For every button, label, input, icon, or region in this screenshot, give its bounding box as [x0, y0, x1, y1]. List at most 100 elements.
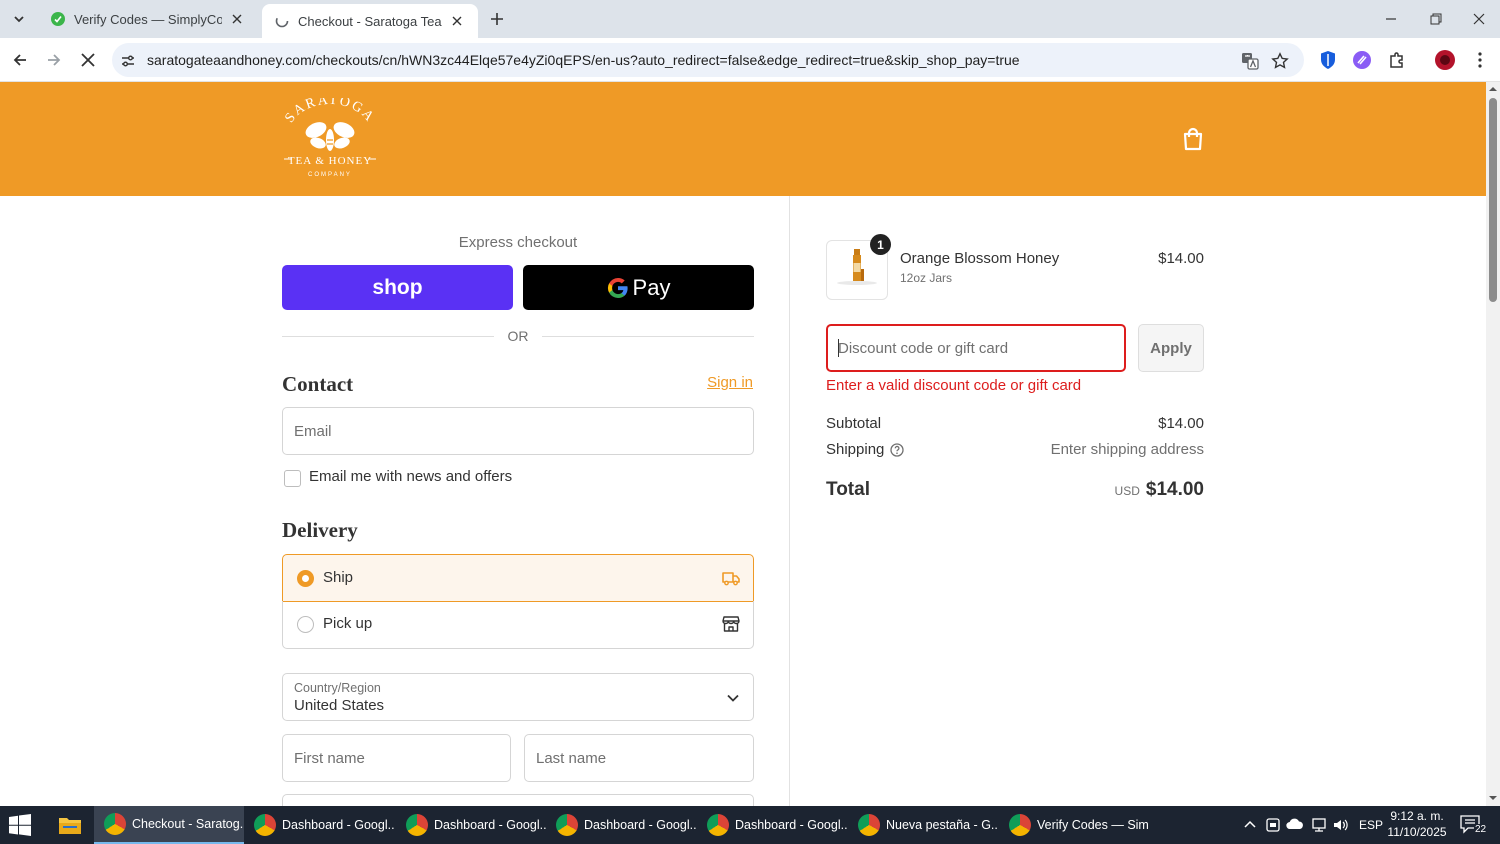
google-pay-button[interactable]: Pay — [523, 265, 754, 310]
store-icon — [722, 616, 740, 632]
bookmark-star-icon[interactable] — [1270, 51, 1290, 71]
tab-search-button[interactable] — [6, 6, 32, 32]
product-name: Orange Blossom Honey — [900, 250, 1060, 267]
order-summary: 1 Orange Blossom Honey 12oz Jars $14.00 … — [790, 196, 1486, 806]
cart-bag-icon[interactable] — [1180, 126, 1206, 152]
loading-favicon-icon — [275, 14, 289, 28]
close-tab-icon[interactable] — [228, 10, 246, 28]
delivery-truck-icon — [722, 572, 740, 586]
tab-checkout[interactable]: Checkout - Saratoga Tea & Hon — [262, 4, 478, 38]
country-select[interactable]: Country/Region United States — [282, 673, 754, 721]
forward-button[interactable] — [40, 46, 68, 74]
pickup-label: Pick up — [323, 615, 373, 632]
network-icon[interactable] — [1310, 817, 1328, 833]
arrow-right-icon — [48, 54, 61, 66]
taskbar-item-dashboard-1[interactable]: Dashboard - Googl... — [244, 806, 394, 844]
country-label: Country/Region — [294, 681, 381, 695]
scroll-down-arrow-icon[interactable] — [1489, 794, 1497, 802]
arrow-left-icon — [13, 54, 26, 66]
taskbar-item-dashboard-3[interactable]: Dashboard - Googl... — [546, 806, 696, 844]
chevron-up-icon[interactable] — [1244, 819, 1256, 829]
taskbar-item-checkout[interactable]: Checkout - Saratog... — [94, 806, 244, 844]
delivery-option-pickup[interactable]: Pick up — [282, 601, 754, 649]
next-field-partial[interactable] — [282, 794, 754, 806]
minimize-button[interactable] — [1368, 0, 1414, 38]
ship-radio[interactable] — [297, 570, 314, 587]
product-variant: 12oz Jars — [900, 271, 953, 285]
first-name-field[interactable]: First name — [282, 734, 511, 782]
country-value: United States — [294, 697, 385, 714]
shop-pay-button[interactable]: shop — [282, 265, 513, 310]
windows-start-icon[interactable] — [8, 814, 32, 836]
taskbar-item-dashboard-2[interactable]: Dashboard - Googl... — [396, 806, 546, 844]
windows-taskbar: Checkout - Saratog... Dashboard - Googl.… — [0, 806, 1500, 844]
page-scrollbar[interactable] — [1486, 82, 1500, 806]
pickup-radio[interactable] — [297, 616, 314, 633]
discount-code-input[interactable]: Discount code or gift card — [826, 324, 1126, 372]
volume-icon[interactable] — [1332, 817, 1350, 833]
url-text: saratogateaandhoney.com/checkouts/cn/hWN… — [147, 52, 1020, 68]
browser-menu-icon[interactable] — [1468, 48, 1492, 72]
shipping-value: Enter shipping address — [1050, 441, 1204, 458]
svg-text:TEA & HONEY: TEA & HONEY — [288, 155, 372, 167]
chrome-icon — [104, 813, 126, 835]
system-clock[interactable]: 9:12 a. m. 11/10/2025 — [1382, 808, 1452, 840]
restore-button[interactable] — [1413, 0, 1459, 38]
help-circle-icon[interactable] — [890, 442, 905, 457]
newsletter-label: Email me with news and offers — [309, 468, 513, 485]
bitwarden-shield-icon[interactable] — [1316, 48, 1340, 72]
onedrive-cloud-icon[interactable] — [1286, 818, 1304, 830]
back-button[interactable] — [6, 46, 34, 74]
scrollbar-thumb[interactable] — [1489, 98, 1497, 302]
email-field[interactable]: Email — [282, 407, 754, 455]
taskbar-item-dashboard-4[interactable]: Dashboard - Googl... — [697, 806, 847, 844]
checkout-form: Express checkout shop Pay OR Contact Sig… — [0, 196, 790, 806]
taskbar-item-new-tab[interactable]: Nueva pestaña - G... — [848, 806, 998, 844]
clock-time: 9:12 a. m. — [1390, 809, 1444, 823]
stop-loading-button[interactable] — [74, 46, 102, 74]
profile-avatar[interactable] — [1433, 48, 1457, 72]
clock-date: 11/10/2025 — [1387, 825, 1447, 839]
taskbar-item-verify-codes[interactable]: Verify Codes — Sim... — [999, 806, 1149, 844]
subtotal-label: Subtotal — [826, 415, 882, 432]
sign-in-link[interactable]: Sign in — [640, 374, 753, 391]
translate-icon[interactable] — [1240, 51, 1260, 71]
shipping-row: Shipping — [826, 441, 905, 458]
browser-tab-bar: Verify Codes — SimplyCodes Checkout - Sa… — [0, 0, 1500, 38]
close-icon — [81, 53, 95, 67]
plus-icon — [491, 13, 503, 25]
tab-title: Checkout - Saratoga Tea & Hon — [298, 13, 442, 29]
chevron-down-icon — [14, 16, 24, 23]
tab-verify-codes[interactable]: Verify Codes — SimplyCodes — [38, 0, 258, 38]
last-name-field[interactable]: Last name — [524, 734, 754, 782]
language-indicator[interactable]: ESP — [1359, 818, 1383, 832]
newsletter-checkbox[interactable] — [284, 470, 301, 487]
scroll-up-arrow-icon[interactable] — [1489, 85, 1497, 93]
saratoga-logo[interactable]: SARATOGA TEA & HONEY COMPANY — [280, 98, 380, 180]
notification-count: 22 — [1474, 824, 1488, 835]
close-tab-icon[interactable] — [448, 12, 466, 30]
extension-purple-icon[interactable] — [1350, 48, 1374, 72]
delivery-option-ship[interactable]: Ship — [282, 554, 754, 602]
tab-title: Verify Codes — SimplyCodes — [74, 11, 222, 27]
close-window-button[interactable] — [1456, 0, 1500, 38]
first-name-placeholder: First name — [294, 750, 365, 767]
quantity-badge: 1 — [870, 234, 891, 255]
saratoga-logo-image: SARATOGA TEA & HONEY COMPANY — [282, 98, 376, 178]
site-settings-icon[interactable] — [118, 51, 138, 71]
taskbar-item-label: Dashboard - Googl... — [434, 818, 546, 832]
chrome-icon — [406, 814, 428, 836]
apply-discount-button[interactable]: Apply — [1138, 324, 1204, 372]
page-viewport: SARATOGA TEA & HONEY COMPANY Express che… — [0, 82, 1486, 806]
taskbar-item-label: Verify Codes — Sim... — [1037, 818, 1149, 832]
notification-center-button[interactable]: 22 — [1460, 814, 1490, 838]
taskbar-item-label: Dashboard - Googl... — [735, 818, 847, 832]
or-label: OR — [507, 328, 529, 344]
address-bar[interactable]: saratogateaandhoney.com/checkouts/cn/hWN… — [112, 43, 1304, 77]
extensions-puzzle-icon[interactable] — [1385, 48, 1409, 72]
total-row: USD $14.00 — [990, 479, 1204, 501]
shop-pay-label: shop — [372, 275, 423, 299]
new-tab-button[interactable] — [484, 6, 510, 32]
meet-now-icon[interactable] — [1266, 817, 1280, 833]
file-explorer-icon[interactable] — [58, 815, 82, 835]
